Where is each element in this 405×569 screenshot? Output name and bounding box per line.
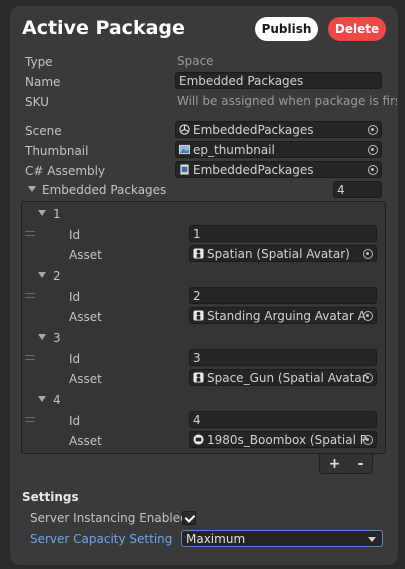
asset-value: Space_Gun (Spatial Avatar — [207, 370, 367, 385]
asset-field[interactable]: Space_Gun (Spatial Avatar — [189, 369, 377, 386]
element-foldout-arrow-icon[interactable] — [38, 210, 46, 216]
asset-label: Asset — [69, 434, 102, 448]
asset-label: Asset — [69, 372, 102, 386]
name-field[interactable]: Embedded Packages — [175, 72, 382, 89]
page-title: Active Package — [22, 17, 185, 39]
id-value: 3 — [193, 350, 201, 365]
id-field[interactable]: 3 — [189, 349, 377, 366]
settings-heading: Settings — [22, 490, 79, 504]
id-field[interactable]: 4 — [189, 411, 377, 428]
remove-element-button[interactable]: - — [358, 456, 364, 472]
asset-value: Standing Arguing Avatar A — [207, 308, 366, 323]
thumbnail-value: ep_thumbnail — [193, 142, 275, 157]
add-element-button[interactable]: + — [329, 456, 341, 472]
object-picker-icon[interactable] — [363, 435, 373, 445]
element-index: 3 — [53, 331, 61, 345]
capacity-dropdown[interactable]: Maximum — [181, 530, 383, 547]
embedded-packages-label[interactable]: Embedded Packages — [42, 183, 166, 197]
assembly-definition-icon — [180, 164, 189, 175]
scene-label: Scene — [25, 124, 62, 138]
id-label: Id — [69, 352, 81, 366]
id-label: Id — [69, 228, 81, 242]
capacity-label: Server Capacity Setting — [30, 532, 173, 546]
prefab-icon — [193, 434, 204, 445]
element-foldout-arrow-icon[interactable] — [38, 272, 46, 278]
assembly-value: EmbeddedPackages — [193, 162, 314, 177]
drag-handle-icon[interactable] — [25, 293, 35, 298]
id-label: Id — [69, 414, 81, 428]
sku-value: Will be assigned when package is first g — [177, 94, 397, 108]
element-index: 2 — [53, 269, 61, 283]
avatar-icon — [193, 248, 204, 259]
drag-handle-icon[interactable] — [25, 355, 35, 360]
id-value: 4 — [193, 412, 201, 427]
image-icon — [179, 144, 190, 155]
array-size-value: 4 — [337, 182, 345, 197]
name-label: Name — [25, 75, 61, 89]
element-index: 4 — [53, 393, 61, 407]
scene-field[interactable]: EmbeddedPackages — [175, 121, 382, 138]
asset-value: Spatian (Spatial Avatar) — [207, 246, 350, 261]
avatar-icon — [193, 310, 204, 321]
element-foldout-arrow-icon[interactable] — [38, 334, 46, 340]
object-picker-icon[interactable] — [368, 145, 378, 155]
id-value: 1 — [193, 226, 201, 241]
unity-scene-icon — [179, 124, 190, 135]
object-picker-icon[interactable] — [363, 249, 373, 259]
instancing-label: Server Instancing Enabled — [30, 511, 188, 525]
id-label: Id — [69, 290, 81, 304]
asset-label: Asset — [69, 310, 102, 324]
id-field[interactable]: 1 — [189, 225, 377, 242]
chevron-down-icon — [368, 537, 376, 542]
name-value: Embedded Packages — [179, 73, 304, 88]
assembly-field[interactable]: EmbeddedPackages — [175, 161, 382, 178]
thumbnail-field[interactable]: ep_thumbnail — [175, 141, 382, 158]
scene-value: EmbeddedPackages — [193, 122, 314, 137]
list-footer: + - — [319, 454, 373, 474]
element-foldout-arrow-icon[interactable] — [38, 396, 46, 402]
drag-handle-icon[interactable] — [25, 231, 35, 236]
asset-field[interactable]: Standing Arguing Avatar A — [189, 307, 377, 324]
capacity-value: Maximum — [186, 531, 246, 546]
type-label: Type — [25, 55, 53, 69]
delete-button[interactable]: Delete — [328, 17, 386, 41]
asset-label: Asset — [69, 248, 102, 262]
asset-field[interactable]: 1980s_Boombox (Spatial P — [189, 431, 377, 448]
thumbnail-label: Thumbnail — [25, 144, 89, 158]
sku-label: SKU — [25, 95, 49, 109]
instancing-checkbox[interactable] — [182, 511, 196, 525]
element-index: 1 — [53, 207, 61, 221]
object-picker-icon[interactable] — [368, 125, 378, 135]
avatar-icon — [193, 372, 204, 383]
asset-value: 1980s_Boombox (Spatial P — [207, 432, 367, 447]
object-picker-icon[interactable] — [368, 165, 378, 175]
object-picker-icon[interactable] — [363, 311, 373, 321]
foldout-arrow-icon[interactable] — [28, 186, 36, 192]
drag-handle-icon[interactable] — [25, 417, 35, 422]
array-size-field[interactable]: 4 — [333, 181, 382, 198]
id-value: 2 — [193, 288, 201, 303]
assembly-label: C# Assembly — [25, 164, 106, 178]
type-value: Space — [177, 54, 214, 68]
publish-button[interactable]: Publish — [255, 17, 318, 41]
id-field[interactable]: 2 — [189, 287, 377, 304]
asset-field[interactable]: Spatian (Spatial Avatar) — [189, 245, 377, 262]
object-picker-icon[interactable] — [363, 373, 373, 383]
